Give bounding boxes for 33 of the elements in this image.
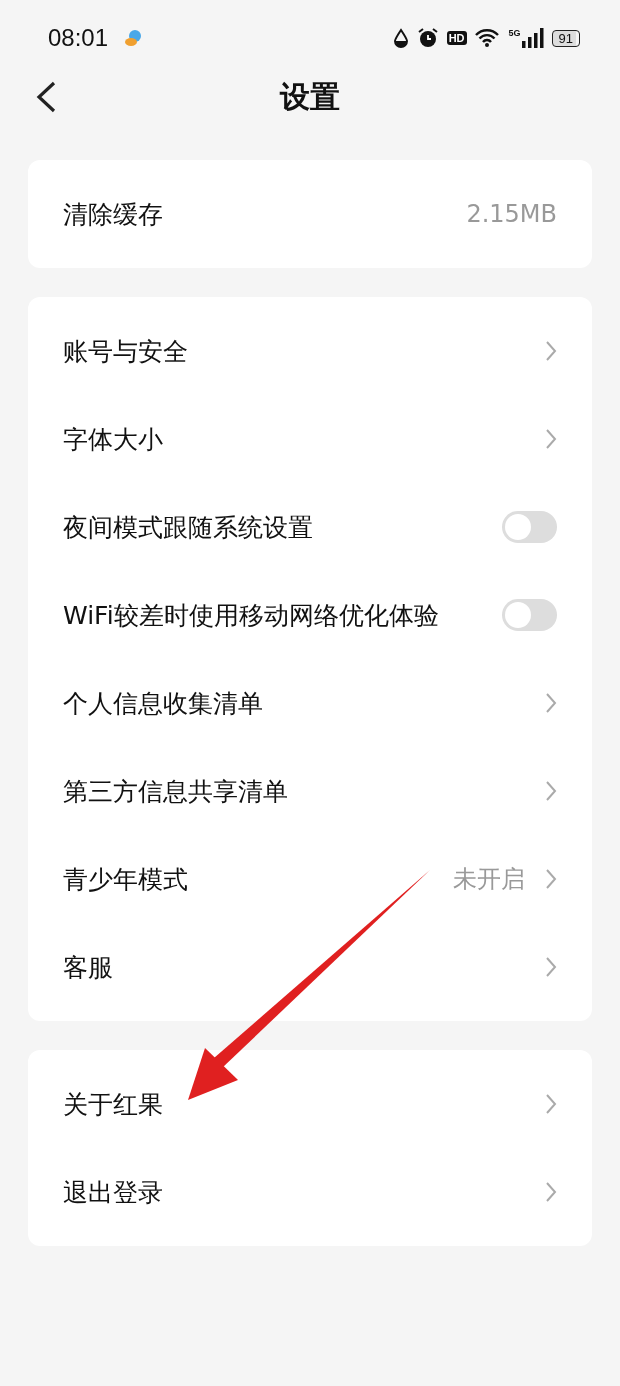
- setting-label[interactable]: 个人信息收集清单: [63, 686, 263, 720]
- signal-icon: [521, 28, 544, 48]
- setting-label[interactable]: 字体大小: [63, 422, 163, 456]
- chevron-icon: [545, 780, 557, 802]
- setting-label[interactable]: 夜间模式跟随系统设置: [63, 510, 313, 544]
- setting-label[interactable]: 客服: [63, 950, 113, 984]
- chevron-icon: [545, 868, 557, 890]
- chevron-icon: [545, 340, 557, 362]
- setting-label[interactable]: 账号与安全: [63, 334, 188, 368]
- setting-label[interactable]: 清除缓存: [63, 197, 163, 231]
- toggle-switch[interactable]: [502, 511, 557, 543]
- drop-icon: [392, 28, 409, 48]
- alarm-icon: [416, 27, 439, 49]
- row-value: 未开启: [453, 864, 525, 895]
- chevron-icon: [545, 1181, 557, 1203]
- battery-level: 91: [551, 29, 580, 47]
- setting-label[interactable]: 关于红果: [63, 1087, 163, 1121]
- chevron-icon: [545, 692, 557, 714]
- setting-label[interactable]: 退出登录: [63, 1175, 163, 1209]
- toggle-switch[interactable]: [502, 599, 557, 631]
- page-title: 设置: [280, 77, 340, 116]
- wifi-icon: [474, 28, 501, 48]
- chevron-icon: [545, 956, 557, 978]
- setting-label[interactable]: WiFi较差时使用移动网络优化体验: [63, 598, 439, 632]
- setting-label[interactable]: 青少年模式: [63, 862, 188, 896]
- setting-label[interactable]: 第三方信息共享清单: [63, 774, 288, 808]
- hd-indicator: HD: [446, 31, 467, 45]
- back-button[interactable]: [34, 80, 58, 114]
- network-type: 5G: [508, 28, 521, 38]
- status-time: 08:01: [48, 24, 109, 52]
- chevron-icon: [545, 1093, 557, 1115]
- row-value: 2.15MB: [466, 200, 557, 228]
- chevron-icon: [545, 428, 557, 450]
